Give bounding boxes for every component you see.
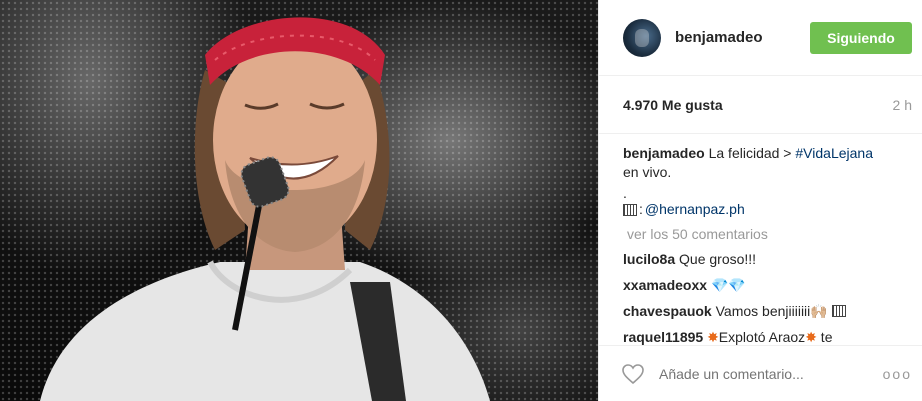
post-caption: benjamadeo La felicidad > #VidaLejana en… — [623, 144, 912, 182]
credit-link[interactable]: @hernanpaz.ph — [645, 200, 745, 219]
comment-text-tail: te — [816, 329, 833, 345]
comment-username[interactable]: raquel11895 — [623, 329, 703, 345]
comment-item: chavespauok Vamos benjiiiiiii🙌🏼 — [623, 302, 912, 321]
comment-text: Que groso!!! — [679, 251, 757, 267]
credit-separator: : — [639, 201, 643, 217]
comment-username[interactable]: lucilo8a — [623, 251, 675, 267]
camera-emoji-icon — [623, 203, 637, 216]
post-photo[interactable] — [0, 0, 598, 401]
comment-username[interactable]: chavespauok — [623, 303, 712, 319]
post-time[interactable]: 2 h — [893, 97, 912, 113]
comment-text: 💎💎 — [710, 277, 746, 293]
collision-emoji-icon: ✸ — [805, 329, 817, 345]
comment-item: lucilo8a Que groso!!! — [623, 250, 912, 269]
more-options-icon[interactable]: ooo — [883, 366, 912, 382]
comment-text: Explotó Araoz — [718, 329, 806, 345]
post-header: benjamadeo Siguiendo — [599, 0, 922, 76]
caption-dot: . — [623, 185, 627, 201]
likes-count[interactable]: 4.970 Me gusta — [623, 97, 723, 113]
view-all-comments-link[interactable]: ver los 50 comentarios — [627, 225, 912, 244]
avatar[interactable] — [623, 18, 661, 57]
comment-text: Vamos benjiiiiiii🙌🏼 — [715, 303, 828, 319]
heart-outline-icon[interactable] — [621, 363, 645, 385]
add-comment-input[interactable] — [657, 364, 883, 383]
comments-section: benjamadeo La felicidad > #VidaLejana en… — [599, 134, 922, 347]
singer-illustration — [40, 17, 490, 401]
comment-item: xxamadeoxx 💎💎 — [623, 276, 912, 295]
comment-composer: ooo — [599, 345, 922, 401]
emoji-placeholder-icon — [831, 305, 846, 317]
caption-hashtag[interactable]: #VidaLejana — [795, 145, 873, 161]
post-side-panel: benjamadeo Siguiendo 4.970 Me gusta 2 h … — [598, 0, 922, 401]
caption-username[interactable]: benjamadeo — [623, 145, 705, 161]
following-button[interactable]: Siguiendo — [810, 21, 912, 54]
caption-text: La felicidad > — [708, 145, 796, 161]
author-username[interactable]: benjamadeo — [675, 29, 810, 46]
collision-emoji-icon: ✸ — [707, 329, 719, 345]
caption-text-2: en vivo. — [623, 164, 672, 180]
comment-username[interactable]: xxamadeoxx — [623, 277, 707, 293]
post-viewer: benjamadeo Siguiendo 4.970 Me gusta 2 h … — [0, 0, 922, 401]
photo-credit: : @hernanpaz.ph — [623, 200, 912, 219]
post-stats: 4.970 Me gusta 2 h — [599, 76, 922, 134]
